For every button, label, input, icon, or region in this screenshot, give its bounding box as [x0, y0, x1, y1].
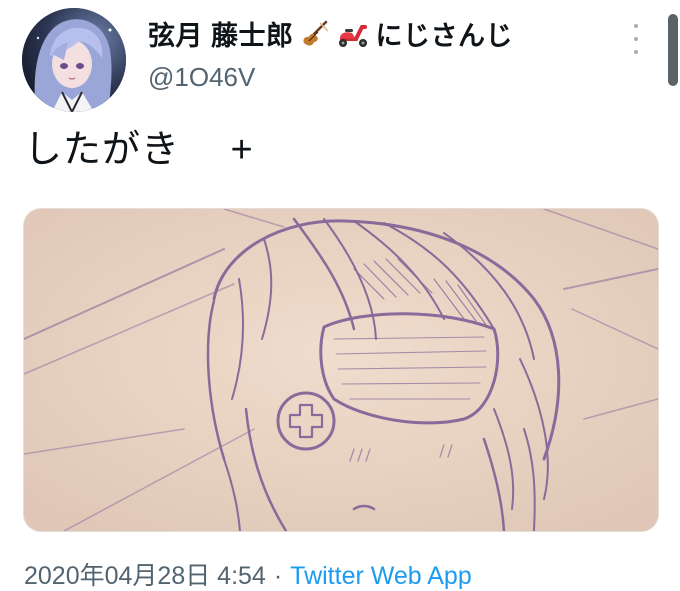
tweet-text: したがき + — [24, 129, 254, 171]
scooter-icon — [336, 19, 370, 49]
more-options-icon[interactable] — [628, 24, 644, 54]
tweet-source-link[interactable]: Twitter Web App — [290, 562, 472, 590]
tweet-meta: 2020年04月28日 4:54 · Twitter Web App — [24, 556, 472, 591]
display-name[interactable]: 弦月 藤士郎 — [148, 14, 294, 53]
scrollbar[interactable] — [668, 14, 678, 86]
affiliation-label[interactable]: にじさんじ — [376, 14, 514, 53]
tweet-timestamp[interactable]: 2020年04月28日 4:54 — [24, 562, 266, 590]
tweet: 弦月 藤士郎 にじさんじ @1O46V したがき + 2020年04月28日 4… — [0, 0, 680, 591]
pencil-sketch — [24, 209, 658, 531]
tweet-media-image[interactable] — [23, 208, 659, 532]
violin-icon — [300, 19, 330, 49]
meta-separator: · — [273, 562, 283, 590]
avatar-image — [22, 8, 126, 112]
display-name-row[interactable]: 弦月 藤士郎 にじさんじ — [148, 14, 513, 53]
user-handle[interactable]: @1O46V — [148, 62, 255, 93]
avatar[interactable] — [22, 8, 126, 112]
